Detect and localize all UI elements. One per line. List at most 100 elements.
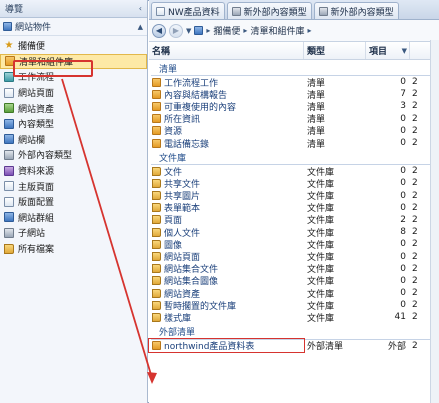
external-content-icon <box>4 149 14 160</box>
breadcrumb-current[interactable]: 清單和組件庫 <box>250 24 304 37</box>
library-icon <box>152 178 161 188</box>
item-name[interactable]: 圖像 <box>149 238 304 251</box>
history-dropdown-icon[interactable]: ▼ <box>186 27 191 35</box>
column-header-name[interactable]: 名稱 <box>149 42 304 59</box>
list-item[interactable]: 表單範本 文件庫 0 2 <box>149 202 439 214</box>
object-list: 清單 工作流程工作 清單 0 2 內容與結構報告 清單 7 2 可重複使用的內容 清單 3 2 所在資訊清… <box>148 61 439 354</box>
forward-button[interactable]: ▶ <box>169 23 183 38</box>
list-item[interactable]: 頁面 文件庫 2 2 <box>149 214 439 226</box>
subsites-icon <box>4 227 14 238</box>
item-type: 文件庫 <box>307 301 335 312</box>
list-item[interactable]: 所在資訊 清單 0 2 <box>149 113 439 125</box>
breadcrumb-separator-icon: ▸ <box>206 26 211 35</box>
collapse-chevron-icon[interactable]: ‹ <box>139 4 142 13</box>
list-item[interactable]: 圖像 文件庫 0 2 <box>149 238 439 251</box>
list-item[interactable]: northwind產品資料表 外部清單 外部 2 <box>148 338 439 354</box>
item-type: 文件庫 <box>307 265 335 276</box>
item-type: 外部清單 <box>307 342 344 353</box>
list-item[interactable]: 暫時擱置的文件庫 文件庫 0 2 <box>149 299 439 312</box>
item-name[interactable]: 文件 <box>149 165 304 178</box>
site-assets-icon <box>4 103 14 114</box>
nav-item-master-pages[interactable]: 主版頁面 <box>0 178 147 194</box>
nav-section-header[interactable]: 網站物件 ▲ <box>0 18 147 36</box>
item-name[interactable]: 共享圖片 <box>149 189 304 202</box>
breadcrumb-home[interactable]: 擱備便 <box>213 24 240 37</box>
item-count: 8 <box>400 227 406 238</box>
list-item[interactable]: 電話備忘錄 清單 0 2 <box>149 137 439 150</box>
item-name[interactable]: 樣式庫 <box>149 311 304 324</box>
external-content-icon <box>231 6 241 16</box>
item-name[interactable]: 網站集合圖像 <box>149 274 304 287</box>
list-item[interactable]: 可重複使用的內容 清單 3 2 <box>149 100 439 113</box>
column-header-items[interactable]: 項目 ▼ <box>366 42 410 59</box>
address-bar: ◀ ▶ ▼ ▸ 擱備便 ▸ 清單和組件庫 ▸ <box>149 20 439 42</box>
nav-item-site-pages[interactable]: 網站頁面 <box>0 85 147 101</box>
nav-item-data-sources[interactable]: 資料來源 <box>0 163 147 179</box>
list-item[interactable]: 共享文件 文件庫 0 2 <box>149 177 439 190</box>
nav-item-all-files[interactable]: 所有檔案 <box>0 241 147 257</box>
breadcrumb: ▸ 擱備便 ▸ 清單和組件庫 ▸ <box>194 24 311 37</box>
item-count: 0 <box>400 288 406 299</box>
item-name[interactable]: 內容與結構報告 <box>149 88 304 101</box>
list-item[interactable]: 內容與結構報告 清單 7 2 <box>149 88 439 101</box>
site-objects-icon <box>3 22 12 31</box>
sort-dropdown-icon[interactable]: ▼ <box>402 47 409 55</box>
nav-item-site-assets[interactable]: 網站資產 <box>0 100 147 116</box>
nav-title: 導覽 <box>5 5 24 15</box>
item-count: 0 <box>400 166 406 177</box>
master-page-icon <box>4 181 14 192</box>
tab-new-external-content-type-1[interactable]: 新外部內容類型 <box>226 2 312 19</box>
nav-item-label: 資料來源 <box>18 167 55 178</box>
list-item[interactable]: 文件 文件庫 0 2 <box>149 165 439 178</box>
nav-item-external-content-types[interactable]: 外部內容類型 <box>0 147 147 163</box>
list-item[interactable]: 樣式庫 文件庫 41 2 <box>149 311 439 324</box>
nav-item-favorites[interactable]: ★ 擱備便 <box>0 38 147 54</box>
item-count: 0 <box>400 275 406 286</box>
column-header-type[interactable]: 類型 <box>304 42 366 59</box>
list-item[interactable]: 資源 清單 0 2 <box>149 125 439 137</box>
nav-item-subsites[interactable]: 子網站 <box>0 225 147 241</box>
external-content-icon <box>318 6 328 16</box>
nav-item-site-columns[interactable]: 網站欄 <box>0 132 147 148</box>
item-type: 清單 <box>307 78 326 89</box>
item-name[interactable]: 電話備忘錄 <box>149 137 304 150</box>
list-item[interactable]: 網站資產 文件庫 0 2 <box>149 287 439 300</box>
item-name[interactable]: 網站頁面 <box>149 250 304 263</box>
nav-item-label: 擱備便 <box>18 42 46 53</box>
data-source-icon <box>4 165 14 176</box>
list-item[interactable]: 網站集合圖像 文件庫 0 2 <box>149 275 439 287</box>
nav-item-site-groups[interactable]: 網站群組 <box>0 210 147 226</box>
list-item[interactable]: 共享圖片 文件庫 0 2 <box>149 190 439 202</box>
item-name[interactable]: 個人文件 <box>149 226 304 239</box>
nav-item-page-layouts[interactable]: 版面配置 <box>0 194 147 210</box>
item-name[interactable]: 頁面 <box>149 213 304 226</box>
list-item[interactable]: 網站集合文件 文件庫 0 2 <box>149 263 439 275</box>
item-name[interactable]: 暫時擱置的文件庫 <box>149 299 304 312</box>
back-button[interactable]: ◀ <box>152 23 166 38</box>
item-name[interactable]: northwind產品資料表 <box>148 338 305 354</box>
tab-new-external-content-type-2[interactable]: 新外部內容類型 <box>313 2 399 19</box>
vertical-scrollbar[interactable] <box>430 40 439 403</box>
item-name[interactable]: 表單範本 <box>149 201 304 214</box>
item-count: 0 <box>400 138 406 149</box>
nav-item-label: 網站群組 <box>18 213 55 224</box>
item-type: 清單 <box>307 90 326 101</box>
list-item[interactable]: 工作流程工作 清單 0 2 <box>149 76 439 89</box>
caret-up-icon[interactable]: ▲ <box>138 23 143 31</box>
item-name[interactable]: 工作流程工作 <box>149 76 304 89</box>
library-icon <box>152 166 161 176</box>
item-name[interactable]: 所在資訊 <box>149 112 304 125</box>
item-name[interactable]: 網站資產 <box>149 287 304 300</box>
list-item[interactable]: 網站頁面 文件庫 0 2 <box>149 250 439 263</box>
item-name[interactable]: 可重複使用的內容 <box>149 100 304 113</box>
item-count: 41 <box>394 312 406 323</box>
nav-item-content-types[interactable]: 內容類型 <box>0 116 147 132</box>
item-name[interactable]: 網站集合文件 <box>149 262 304 275</box>
item-name[interactable]: 共享文件 <box>149 177 304 190</box>
item-name[interactable]: 資源 <box>149 124 304 137</box>
list-item[interactable]: 個人文件 文件庫 8 2 <box>149 226 439 239</box>
group-header: 外部清單 <box>151 325 437 340</box>
main-pane: NW產品資料 新外部內容類型 新外部內容類型 ◀ ▶ ▼ ▸ 擱備便 ▸ 清單和… <box>148 0 439 403</box>
nav-item-label: 主版頁面 <box>18 182 55 193</box>
tab-nw-products[interactable]: NW產品資料 <box>151 2 225 19</box>
